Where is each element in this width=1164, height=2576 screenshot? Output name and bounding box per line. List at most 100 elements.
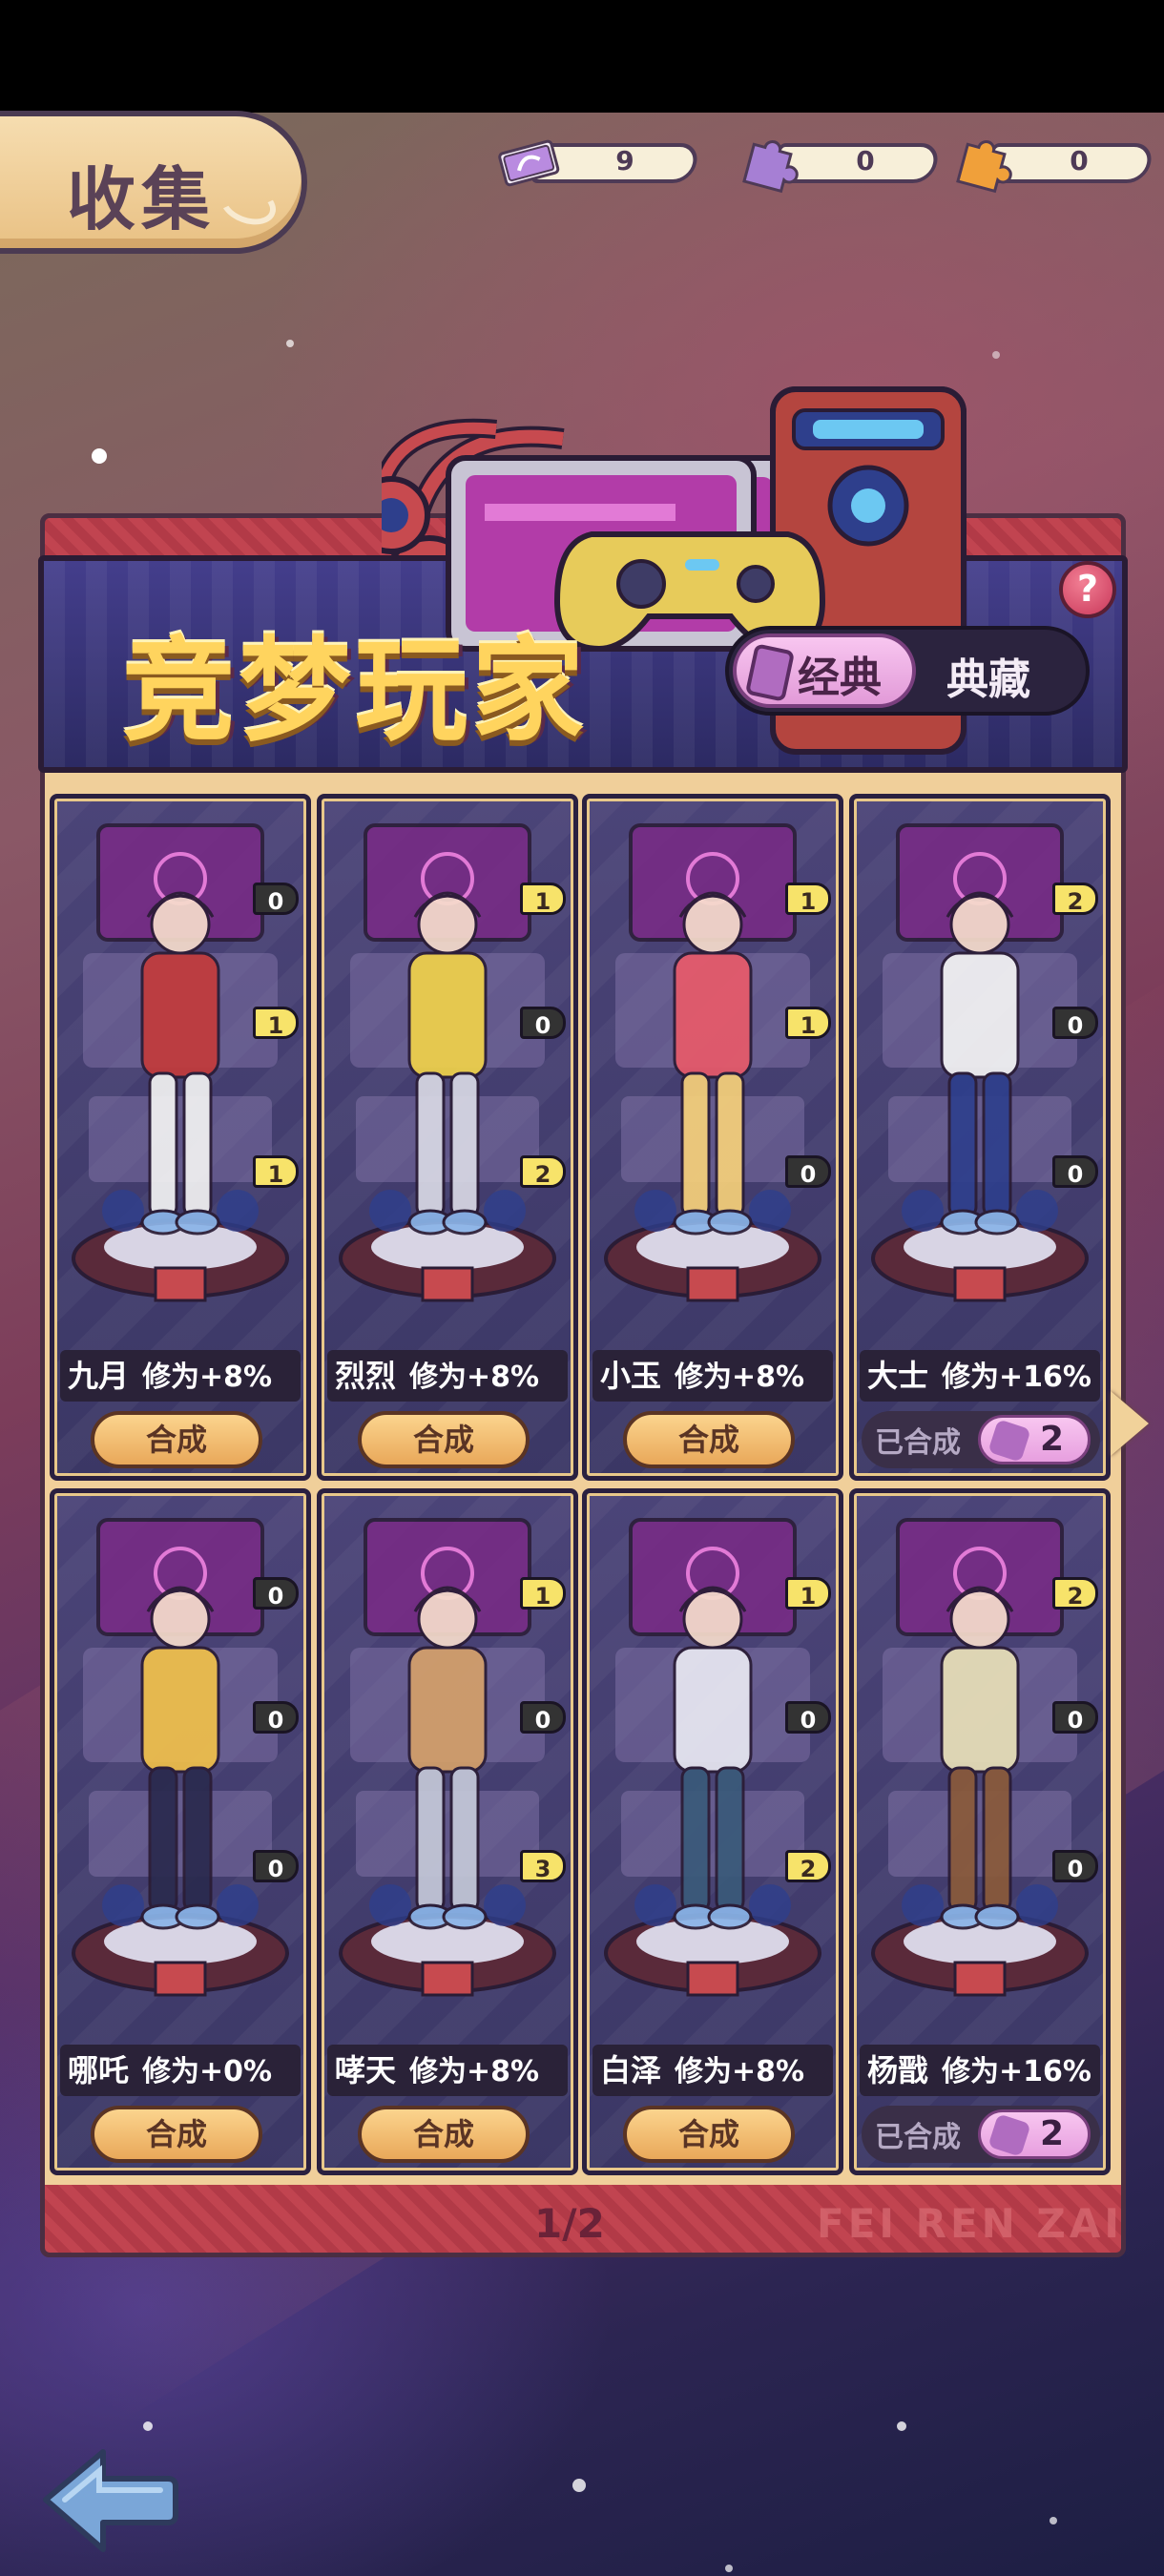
character-name-bar: 哮天 修为+8% [327,2045,568,2096]
sparkle [92,448,107,464]
watermark-text: FEI REN ZAI [817,2200,1124,2247]
ticket-icon [498,139,560,187]
fragment-count-badge: 1 [785,1007,831,1039]
sparkle [992,351,1000,359]
fragment-count-badge: 2 [785,1850,831,1882]
fragment-count-badge: 0 [520,1007,566,1039]
fragment-count-badge: 1 [785,1577,831,1610]
fragment-count-badge: 1 [785,883,831,915]
character-name-bar: 九月 修为+8% [60,1350,301,1402]
sparkle [286,340,294,347]
synthesize-button[interactable]: 合成 [91,1411,262,1468]
character-card[interactable]: 1 0 3 哮天 修为+8% 合成 [317,1488,578,2175]
synthesize-button[interactable]: 合成 [623,1411,795,1468]
character-name: 大士 [867,1358,929,1394]
toggle-option-collector[interactable]: 典藏 [946,645,1030,706]
back-arrow-icon[interactable] [36,2442,179,2555]
fragment-count-badge: 0 [253,1577,299,1610]
synthesized-label: 已合成 [875,1426,961,1460]
sparkle [725,2565,733,2572]
ticket-count: 9 [615,145,634,177]
cultivation-bonus: 修为+0% [142,2055,273,2088]
fragment-count-badge: 3 [520,1850,566,1882]
next-page-arrow-icon[interactable] [1111,1391,1149,1456]
character-card[interactable]: 2 0 0 大士 修为+16% 已合成 2 [849,794,1111,1481]
orange-puzzle-count: 0 [1070,145,1089,177]
cultivation-bonus: 修为+8% [409,1361,540,1394]
swirl-ornament [214,176,282,233]
character-name-bar: 哪吒 修为+0% [60,2045,301,2096]
synthesize-button[interactable]: 合成 [91,2106,262,2163]
fragment-count-badge: 1 [253,1007,299,1039]
series-title-overlay: 竞梦玩家 [122,625,589,757]
fragment-count-badge: 0 [520,1701,566,1734]
character-card[interactable]: 1 0 2 白泽 修为+8% 合成 [582,1488,843,2175]
puzzle-piece-icon [987,2113,1031,2157]
fragment-count-badge: 0 [253,1850,299,1882]
fragment-count-badge: 0 [1052,1155,1098,1188]
help-button[interactable]: ? [1059,561,1116,618]
character-name-bar: 大士 修为+16% [860,1350,1100,1402]
fragment-count-badge: 0 [1052,1701,1098,1734]
edition-toggle[interactable]: 经典 典藏 [725,626,1090,716]
character-name: 烈烈 [335,1358,397,1394]
fragment-count-badge: 1 [520,1577,566,1610]
character-name: 白泽 [600,2052,662,2088]
synthesize-button[interactable]: 合成 [358,1411,530,1468]
character-name-bar: 杨戬 修为+16% [860,2045,1100,2096]
synthesized-count: 2 [1040,1420,1065,1459]
sparkle [897,2421,906,2431]
purple-puzzle-icon [742,140,799,194]
page-indicator: 1/2 [534,2200,605,2247]
fragment-count-badge: 0 [785,1155,831,1188]
card-icon [744,643,796,702]
character-card[interactable]: 1 1 0 小玉 修为+8% 合成 [582,794,843,1481]
character-card[interactable]: 0 1 1 九月 修为+8% 合成 [50,794,311,1481]
character-name-bar: 白泽 修为+8% [592,2045,833,2096]
fragment-count-badge: 1 [253,1155,299,1188]
puzzle-piece-icon [987,1419,1031,1463]
sparkle [572,2479,586,2492]
cultivation-bonus: 修为+8% [675,1361,805,1394]
character-card[interactable]: 1 0 2 烈烈 修为+8% 合成 [317,794,578,1481]
collect-tab: 收集 [0,111,307,254]
fragment-count-badge: 2 [1052,883,1098,915]
fragment-count-badge: 0 [785,1701,831,1734]
sparkle [1050,2517,1057,2524]
synthesized-count-pill: 2 [978,2109,1091,2159]
purple-puzzle-count: 0 [856,145,875,177]
character-name-bar: 烈烈 修为+8% [327,1350,568,1402]
character-name-bar: 小玉 修为+8% [592,1350,833,1402]
sparkle [143,2421,153,2431]
cultivation-bonus: 修为+8% [675,2055,805,2088]
synthesized-status: 已合成 2 [862,2106,1100,2163]
synthesized-label: 已合成 [875,2121,961,2154]
synthesized-status: 已合成 2 [862,1411,1100,1468]
character-card[interactable]: 2 0 0 杨戬 修为+16% 已合成 2 [849,1488,1111,2175]
fragment-count-badge: 0 [1052,1007,1098,1039]
cultivation-bonus: 修为+16% [942,2055,1091,2088]
character-name: 九月 [68,1358,130,1394]
synthesize-button[interactable]: 合成 [358,2106,530,2163]
character-name: 哪吒 [68,2052,130,2088]
character-name: 小玉 [600,1358,662,1394]
page-title: 收集 [67,159,217,239]
cultivation-bonus: 修为+16% [942,1361,1091,1394]
character-card[interactable]: 0 0 0 哪吒 修为+0% 合成 [50,1488,311,2175]
fragment-count-badge: 0 [1052,1850,1098,1882]
status-bar [0,0,1164,113]
toggle-label-classic: 经典 [798,654,882,702]
cultivation-bonus: 修为+8% [142,1361,273,1394]
orange-puzzle-icon [956,140,1012,194]
synthesized-count-pill: 2 [978,1415,1091,1465]
character-name: 杨戬 [867,2052,929,2088]
synthesize-button[interactable]: 合成 [623,2106,795,2163]
fragment-count-badge: 1 [520,883,566,915]
fragment-count-badge: 0 [253,883,299,915]
fragment-count-badge: 2 [520,1155,566,1188]
fragment-count-badge: 0 [253,1701,299,1734]
cultivation-bonus: 修为+8% [409,2055,540,2088]
fragment-count-badge: 2 [1052,1577,1098,1610]
character-grid: 0 1 1 九月 修为+8% 合成 1 0 2 烈烈 修为+8% 合成 1 1 … [50,794,1116,2181]
character-name: 哮天 [335,2052,397,2088]
